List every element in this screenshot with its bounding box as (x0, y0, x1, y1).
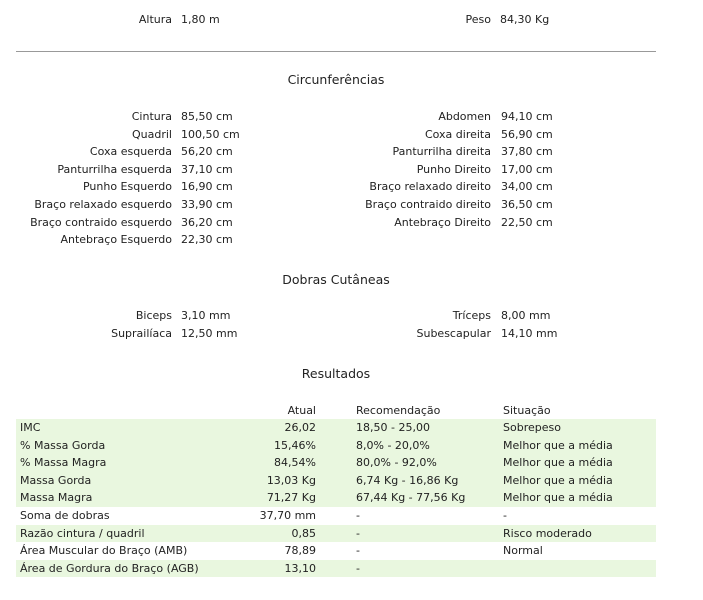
table-row: IMC 26,02 18,50 - 25,00 Sobrepeso (16, 419, 656, 437)
table-row: Área Muscular do Braço (AMB) 78,89 - Normal (16, 542, 656, 560)
result-atual: 78,89 (284, 544, 317, 558)
measurement-row: Antebraço Esquerdo 22,30 cm (0, 231, 703, 249)
result-name: % Massa Magra (16, 454, 206, 472)
measurement-row: Tríceps 8,00 mm (0, 307, 703, 325)
measurement-row: Abdomen 94,10 cm (0, 108, 703, 126)
measurement-label: Braço contraido direito (365, 197, 491, 211)
result-situacao: Risco moderado (503, 524, 656, 543)
result-situacao: Sobrepeso (503, 419, 656, 437)
circunferencias-title: Circunferências (287, 72, 385, 87)
dobras-right-column: Tríceps 8,00 mm Subescapular 14,10 mm (0, 307, 703, 342)
result-recomendacao: 80,0% - 92,0% (316, 454, 503, 472)
result-situacao: Normal (503, 544, 543, 558)
measurement-row: Braço relaxado direito 34,00 cm (0, 178, 703, 196)
table-row: Massa Magra 71,27 Kg 67,44 Kg - 77,56 Kg Me… (16, 489, 656, 507)
table-row: % Massa Magra 84,54% 80,0% - 92,0% Melhor q… (16, 454, 656, 472)
measurement-label: Abdomen (438, 110, 491, 123)
result-name: Razão cintura / quadril (16, 524, 206, 543)
measurement-value: 14,10 mm (501, 326, 558, 340)
result-recomendacao: 18,50 - 25,00 (316, 419, 503, 437)
result-name: Área Muscular do Braço (AMB) (20, 544, 188, 558)
result-situacao: Melhor que a média (503, 471, 656, 490)
measurement-label: Tríceps (452, 309, 491, 322)
result-recomendacao: - (356, 544, 360, 558)
result-atual: 13,10 (206, 559, 316, 578)
measurement-row: Braço contraido direito 36,50 cm (0, 196, 703, 214)
dobras-title: Dobras Cutâneas (282, 272, 390, 287)
resultados-table: Atual Recomendação Situação IMC 26,02 18,5… (16, 402, 656, 578)
result-name: Soma de dobras (20, 508, 110, 522)
measurement-value: 22,30 cm (181, 233, 233, 247)
table-row: Área de Gordura do Braço (AGB) 13,10- (16, 559, 656, 578)
measurement-label: Braço relaxado direito (369, 180, 491, 194)
measurement-label: Panturrilha direita (392, 145, 491, 159)
result-name: Massa Gorda (16, 471, 206, 490)
measurement-label: Subescapular (416, 326, 492, 340)
header-name (16, 402, 206, 419)
table-row: Soma de dobras 37,70 mm - - (16, 507, 656, 525)
measurement-row: Punho Direito 17,00 cm (0, 161, 703, 179)
result-situacao: Melhor que a média (503, 436, 656, 455)
measurement-row: Coxa direita 56,90 cm (0, 126, 703, 144)
measurement-label: Punho Direito (416, 162, 491, 176)
measurement-label: Coxa direita (424, 127, 491, 141)
result-atual: 84,54% (206, 454, 316, 472)
resultados-title: Resultados (301, 366, 371, 381)
result-recomendacao: 67,44 Kg - 77,56 Kg (316, 489, 503, 507)
result-situacao: Melhor que a média (503, 454, 656, 472)
measurement-value: 22,50 cm (501, 215, 553, 229)
measurement-label: Antebraço Direito (394, 215, 491, 229)
result-atual: 13,03 Kg (206, 471, 316, 490)
result-atual: 15,46% (206, 436, 316, 455)
peso-row: Peso 84,30 Kg (0, 12, 703, 28)
circunferencias-right-column: Abdomen 94,10 cm Coxa direita 56,90 cm Pantu… (0, 108, 703, 231)
header-atual: Atual (287, 404, 316, 417)
result-name: % Massa Gorda (16, 436, 206, 455)
measurement-row: Subescapular 14,10 mm (0, 325, 703, 343)
measurement-value: 8,00 mm (501, 309, 551, 322)
result-recomendacao: 8,0% - 20,0% (316, 436, 503, 455)
result-atual: 26,02 (206, 419, 316, 437)
result-atual: 37,70 mm (259, 508, 316, 522)
result-name: IMC (16, 419, 206, 437)
header-divider (16, 51, 656, 52)
peso-value: 84,30 Kg (500, 13, 550, 26)
measurement-value: 56,90 cm (501, 127, 553, 141)
header-recomendacao: Recomendação (356, 404, 441, 417)
result-recomendacao: - (316, 524, 503, 543)
result-name: Massa Magra (16, 489, 206, 507)
result-situacao (503, 559, 656, 578)
measurement-label: Antebraço Esquerdo (60, 233, 172, 247)
result-atual: 0,85 (206, 524, 316, 543)
table-row: Razão cintura / quadril 0,85- Risco modera… (16, 524, 656, 543)
peso-label: Peso (465, 13, 491, 26)
result-atual: 71,27 Kg (206, 489, 316, 507)
resultados-header-row: Atual Recomendação Situação (16, 402, 656, 419)
measurement-value: 37,80 cm (501, 145, 553, 159)
result-situacao: - (503, 508, 507, 522)
measurement-value: 17,00 cm (501, 162, 553, 176)
table-row: Massa Gorda 13,03 Kg 6,74 Kg - 16,86 Kg Mel… (16, 471, 656, 490)
measurement-row: Panturrilha direita 37,80 cm (0, 143, 703, 161)
result-recomendacao: - (316, 559, 503, 578)
measurement-row: Antebraço Direito 22,50 cm (0, 214, 703, 232)
table-row: % Massa Gorda 15,46% 8,0% - 20,0% Melhor qu… (16, 436, 656, 455)
result-recomendacao: - (356, 508, 360, 522)
result-name: Área de Gordura do Braço (AGB) (16, 559, 206, 578)
measurement-value: 94,10 cm (501, 110, 553, 123)
header-situacao: Situação (503, 404, 551, 417)
result-situacao: Melhor que a média (503, 489, 656, 507)
measurement-value: 34,00 cm (501, 180, 553, 194)
result-recomendacao: 6,74 Kg - 16,86 Kg (316, 471, 503, 490)
measurement-value: 36,50 cm (501, 197, 553, 211)
